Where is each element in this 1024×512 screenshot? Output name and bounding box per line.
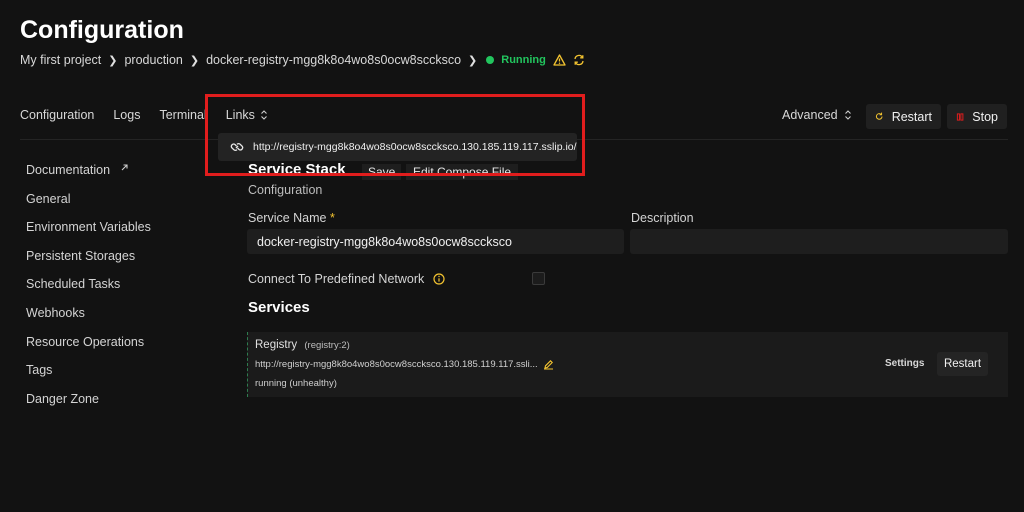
network-label: Connect To Predefined Network [248,272,445,286]
links-popup-url: http://registry-mgg8k8o4wo8s0ocw8scckscо… [253,141,577,153]
tab-bar: Configuration Logs Terminal Links [20,108,268,122]
chevron-updown-icon [261,110,267,120]
network-label-text: Connect To Predefined Network [248,272,425,286]
sidebar-item-tags[interactable]: Tags [26,363,151,392]
edit-compose-button[interactable]: Edit Compose File [406,164,519,180]
sidebar-item-label: Resource Operations [26,334,145,349]
stop-label: Stop [972,109,998,124]
sidebar-item-label: Scheduled Tasks [26,277,121,292]
tab-configuration[interactable]: Configuration [20,108,94,122]
tab-terminal[interactable]: Terminal [159,108,206,122]
chevron-right-icon: ❯ [468,54,478,67]
service-image: (registry:2) [304,340,350,351]
service-name-input[interactable]: docker-registry-mgg8k8o4wo8s0ocw8scckscо [247,229,624,254]
link-icon [230,143,244,151]
stop-icon [956,112,964,121]
section-subtitle: Configuration [248,183,323,197]
tab-logs[interactable]: Logs [113,108,140,122]
save-button[interactable]: Save [362,164,402,180]
sidebar-item-label: Persistent Storages [26,248,136,263]
services-title: Services [248,299,310,316]
service-settings-button[interactable]: Settings [885,358,924,369]
sidebar-item-general[interactable]: General [26,192,151,221]
external-link-icon [121,164,128,171]
sidebar-item-label: Environment Variables [26,220,151,235]
chevron-right-icon: ❯ [108,54,118,67]
sidebar-item-webhooks[interactable]: Webhooks [26,306,151,335]
status-dot-icon [486,56,495,64]
sidebar-item-label: Webhooks [26,305,85,320]
breadcrumb: My first project ❯ production ❯ docker-r… [20,53,585,67]
sidebar-item-scheduled-tasks[interactable]: Scheduled Tasks [26,277,151,306]
breadcrumb-environment[interactable]: production [124,53,182,67]
section-title: Service Stack [248,161,346,178]
advanced-label: Advanced [782,108,838,122]
service-name: Registry (registry:2) [255,339,350,351]
refresh-icon[interactable] [573,54,585,66]
description-input[interactable] [630,229,1008,254]
status-badge: Running [501,54,546,66]
page-title: Configuration [20,16,184,44]
sidebar-item-persistent-storages[interactable]: Persistent Storages [26,249,151,278]
sidebar-item-documentation[interactable]: Documentation [26,163,151,192]
chevron-updown-icon [844,110,851,120]
required-marker: * [329,211,335,225]
sidebar: Documentation General Environment Variab… [26,163,151,420]
sidebar-item-label: Documentation [26,163,111,177]
sidebar-item-label: Danger Zone [26,391,99,406]
breadcrumb-project[interactable]: My first project [20,53,101,67]
stop-button[interactable]: Stop [947,104,1007,129]
service-url[interactable]: http://registry-mgg8k8o4wo8s0ocw8scckscо… [255,359,554,370]
service-name-text: Registry [255,339,298,351]
info-icon[interactable] [433,273,445,285]
description-label: Description [631,211,694,225]
service-status: running (unhealthy) [255,378,337,389]
service-name-label-text: Service Name [248,211,327,225]
links-dropdown[interactable]: Links [226,108,268,122]
chevron-right-icon: ❯ [189,54,200,67]
sidebar-item-label: Tags [26,363,53,378]
edit-icon[interactable] [543,359,554,370]
sidebar-item-environment-variables[interactable]: Environment Variables [26,220,151,249]
warning-icon[interactable] [553,54,566,66]
links-label: Links [225,108,255,122]
restart-label: Restart [891,109,932,124]
service-restart-button[interactable]: Restart [937,352,988,376]
service-url-text: http://registry-mgg8k8o4wo8s0ocw8scckscо… [255,359,538,370]
advanced-dropdown[interactable]: Advanced [782,108,852,122]
restart-button[interactable]: Restart [866,104,941,129]
sidebar-item-label: General [26,191,71,206]
service-name-label: Service Name * [248,211,335,225]
network-checkbox[interactable] [532,272,545,285]
sidebar-item-danger-zone[interactable]: Danger Zone [26,392,151,421]
links-popup-item[interactable]: http://registry-mgg8k8o4wo8s0ocw8scckscо… [218,133,577,161]
breadcrumb-resource[interactable]: docker-registry-mgg8k8o4wo8s0ocw8scckscо [206,53,461,67]
sidebar-item-resource-operations[interactable]: Resource Operations [26,335,151,364]
restart-icon [875,112,883,120]
